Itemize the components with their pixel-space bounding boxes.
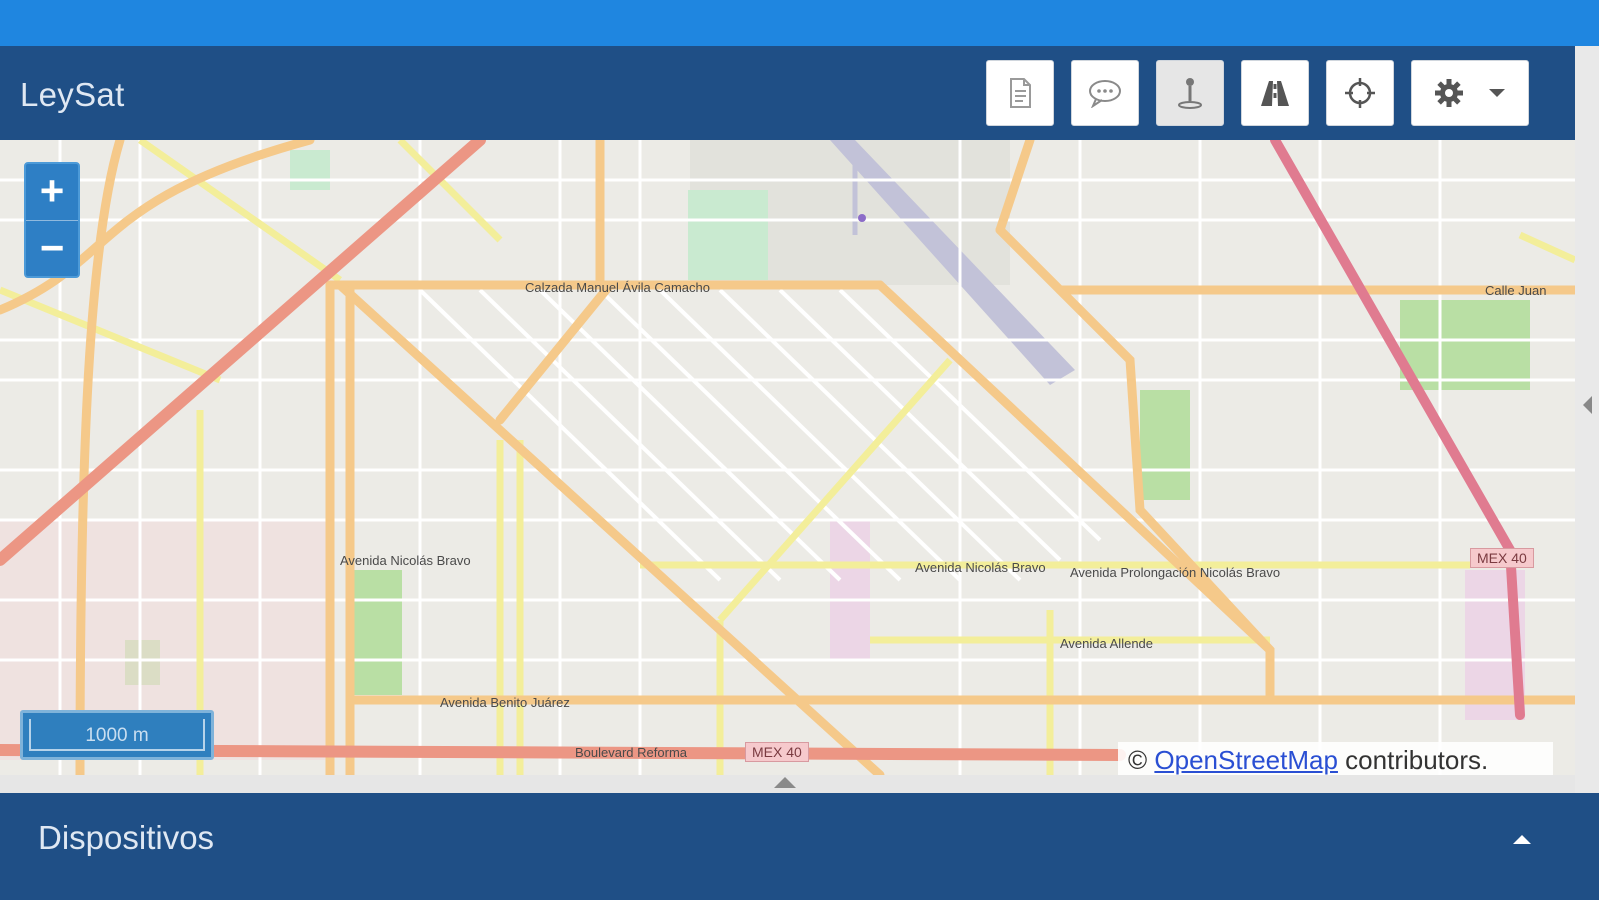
zoom-in-button[interactable]: + bbox=[26, 164, 78, 221]
highway-shield: MEX 40 bbox=[745, 742, 809, 762]
chevron-down-icon bbox=[1489, 89, 1505, 97]
street-label: Boulevard Reforma bbox=[575, 745, 687, 760]
panel-splitter[interactable] bbox=[0, 775, 1575, 793]
attribution-suffix: contributors. bbox=[1337, 745, 1489, 775]
collapse-panel-icon[interactable] bbox=[1513, 835, 1531, 844]
zoom-out-button[interactable]: − bbox=[26, 221, 78, 277]
chevron-up-icon[interactable] bbox=[774, 777, 796, 788]
document-icon bbox=[1010, 78, 1031, 108]
street-label: Calzada Manuel Ávila Camacho bbox=[525, 280, 710, 295]
chat-icon bbox=[1089, 80, 1121, 108]
street-label: Avenida Nicolás Bravo bbox=[340, 553, 471, 568]
street-label: Avenida Prolongación Nicolás Bravo bbox=[1070, 565, 1281, 580]
devices-panel: Dispositivos bbox=[0, 793, 1599, 900]
scale-label: 1000 m bbox=[29, 719, 205, 751]
side-panel-toggle-icon[interactable] bbox=[1583, 396, 1592, 414]
zoom-control: + − bbox=[24, 162, 80, 278]
road-icon bbox=[1261, 81, 1289, 106]
street-label: Calle Juan bbox=[1485, 283, 1547, 298]
scale-bar: 1000 m bbox=[20, 710, 214, 760]
road-button[interactable] bbox=[1241, 60, 1309, 126]
browser-top-bar bbox=[0, 0, 1599, 46]
locate-button[interactable] bbox=[1326, 60, 1394, 126]
street-label: Avenida Allende bbox=[1060, 636, 1154, 651]
chat-button[interactable] bbox=[1071, 60, 1139, 126]
app-title: LeySat bbox=[20, 76, 125, 113]
highway-shield: MEX 40 bbox=[1470, 548, 1534, 568]
document-button[interactable] bbox=[986, 60, 1054, 126]
openstreetmap-link[interactable]: OpenStreetMap bbox=[1154, 745, 1338, 775]
side-panel-gutter bbox=[1575, 46, 1599, 900]
map-attribution: © OpenStreetMap contributors. bbox=[1118, 742, 1553, 778]
map-tiles bbox=[0, 140, 1575, 775]
attribution-prefix: © bbox=[1128, 745, 1155, 775]
settings-dropdown-button[interactable] bbox=[1411, 60, 1529, 126]
app-header: LeySat bbox=[0, 46, 1575, 140]
settings-icon bbox=[1435, 79, 1463, 107]
map-pin-button[interactable] bbox=[1156, 60, 1224, 126]
crosshairs-icon bbox=[1345, 78, 1375, 108]
devices-panel-title: Dispositivos bbox=[38, 819, 215, 856]
street-label: Avenida Benito Juárez bbox=[440, 695, 570, 710]
map-view[interactable]: Calzada Manuel Ávila Camacho Avenida Nic… bbox=[0, 140, 1575, 775]
map-pin-icon bbox=[1178, 78, 1202, 109]
street-label: Avenida Nicolás Bravo bbox=[915, 560, 1046, 575]
